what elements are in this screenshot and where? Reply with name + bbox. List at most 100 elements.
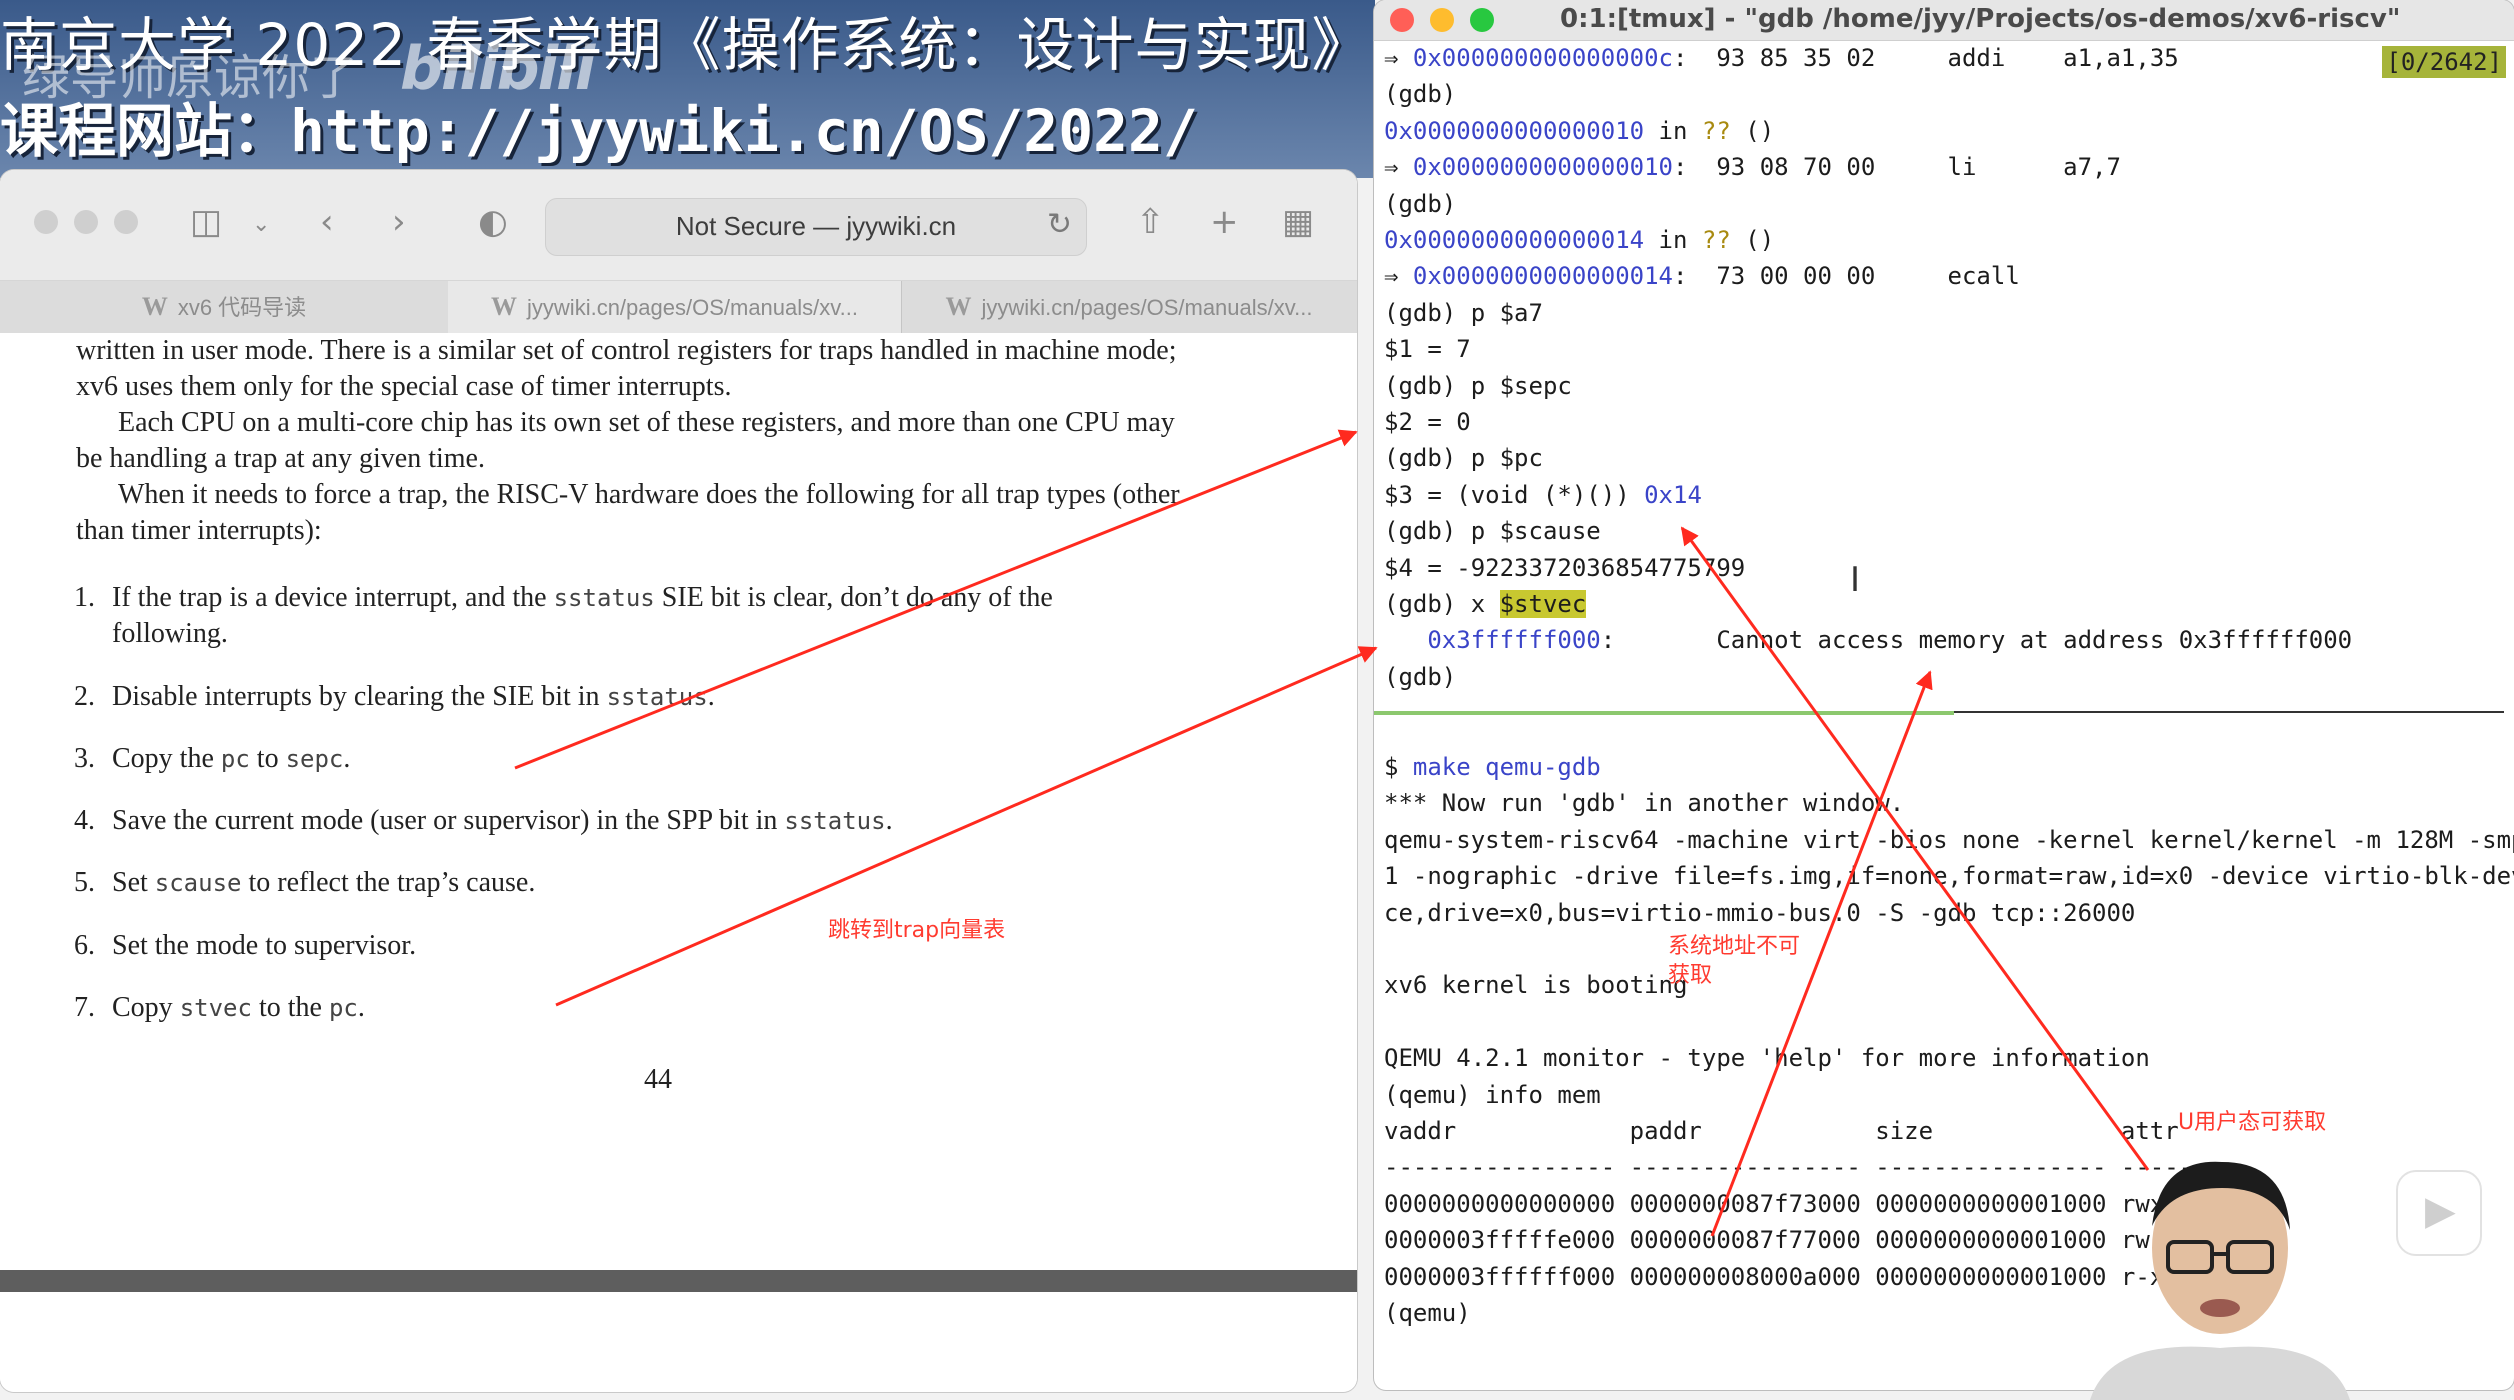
tab-label: jyywiki.cn/pages/OS/manuals/xv... xyxy=(981,295,1313,320)
tab-label: xv6 代码导读 xyxy=(177,295,307,320)
new-tab-icon[interactable]: + xyxy=(1210,202,1239,242)
current-instruction-arrow: ⇒ xyxy=(1384,44,1413,72)
terminal-text: () xyxy=(1730,226,1775,254)
chevron-down-icon[interactable]: ⌄ xyxy=(252,212,270,237)
terminal-text: 0000003fffffe000 0000000087f77000 000000… xyxy=(1384,1226,2208,1255)
share-icon[interactable]: ⇧ xyxy=(1136,202,1165,242)
terminal-text: QEMU 4.2.1 monitor - type 'help' for mor… xyxy=(1384,1044,2150,1073)
terminal-line: (qemu) info mem xyxy=(1384,1077,1601,1113)
terminal-title-bar: 0:1:[tmux] - "gdb /home/jyy/Projects/os-… xyxy=(1374,0,2514,41)
terminal-text: $1 = 7 xyxy=(1384,335,1471,364)
terminal-line: ⇒ 0x0000000000000014: 73 00 00 00 ecall xyxy=(1384,258,2020,294)
list-text: Save the current mode (user or superviso… xyxy=(112,805,785,836)
terminal-line: 0x0000000000000014 in ?? () xyxy=(1384,222,1774,258)
unknown-symbol: ?? xyxy=(1701,116,1731,145)
terminal-line: *** Now run 'gdb' in another window. xyxy=(1384,785,1904,821)
list-number: 7. xyxy=(74,992,95,1023)
window-close-button[interactable] xyxy=(1390,8,1414,32)
list-text: SIE bit is clear, don’t do any of the xyxy=(654,582,1053,613)
list-text: Disable interrupts by clearing the SIE b… xyxy=(112,681,607,712)
reload-icon[interactable]: ↻ xyxy=(1047,207,1072,242)
terminal-line: (qemu) xyxy=(1384,1295,1471,1331)
code-term: sepc xyxy=(285,745,344,773)
terminal-line: vaddr paddr size attr xyxy=(1384,1113,2179,1149)
browser-tab-bar: Wxv6 代码导读 Wjyywiki.cn/pages/OS/manuals/x… xyxy=(0,281,1357,334)
code-term: scause xyxy=(154,869,242,897)
terminal-line: qemu-system-riscv64 -machine virt -bios … xyxy=(1384,822,2514,858)
window-zoom-button[interactable] xyxy=(1470,8,1494,32)
address-bar[interactable]: Not Secure — jyywiki.cn ↻ xyxy=(545,198,1087,256)
window-zoom-button[interactable] xyxy=(114,210,138,234)
watermark-text: 绿导师原谅你了 xyxy=(22,50,359,106)
list-number: 1. xyxy=(74,582,95,613)
window-minimize-button[interactable] xyxy=(74,210,98,234)
presenter-webcam xyxy=(2090,1161,2350,1400)
memory-address: 0x000000000000000c xyxy=(1412,44,1673,72)
terminal-line: 0000003ffffff000 000000008000a000 000000… xyxy=(1384,1259,2208,1295)
terminal-line: (gdb) p $pc xyxy=(1384,440,1543,476)
list-number: 2. xyxy=(74,681,95,712)
terminal-line: ce,drive=x0,bus=virtio-mmio-bus.0 -S -gd… xyxy=(1384,895,2135,931)
memory-address: 0x0000000000000014 xyxy=(1412,262,1673,291)
annotation-system-address-line2: 获取 xyxy=(1668,963,1713,988)
list-text: to reflect the trap’s cause. xyxy=(241,867,536,898)
code-term: sstatus xyxy=(606,683,708,711)
terminal-text: (qemu) xyxy=(1384,1299,1471,1327)
code-term: pc xyxy=(328,994,358,1022)
document-page: written in user mode. There is a similar… xyxy=(0,333,1357,1268)
terminal-line: QEMU 4.2.1 monitor - type 'help' for mor… xyxy=(1384,1040,2150,1076)
terminal-line: (gdb) p $sepc xyxy=(1384,368,1572,404)
list-text: Set the mode to supervisor. xyxy=(112,930,417,961)
list-text: Copy xyxy=(112,992,180,1023)
terminal-text: (gdb) p $pc xyxy=(1384,444,1543,473)
address-bar-text: Not Secure — jyywiki.cn xyxy=(675,211,957,241)
play-button[interactable]: ▶ xyxy=(2396,1170,2482,1256)
window-close-button[interactable] xyxy=(34,210,58,234)
page-separator xyxy=(0,1270,1357,1292)
tab-manual-1[interactable]: Wjyywiki.cn/pages/OS/manuals/xv... xyxy=(448,281,902,333)
bilibili-logo: bilibili xyxy=(400,34,595,104)
terminal-line: (gdb) xyxy=(1384,659,1456,695)
terminal-text: : Cannot access memory at address 0x3fff… xyxy=(1600,626,2353,655)
list-text: . xyxy=(357,992,365,1023)
tmux-pane-divider-active[interactable] xyxy=(1374,711,1954,715)
terminal-text: xv6 kernel is booting xyxy=(1384,971,1688,1000)
forward-icon[interactable]: › xyxy=(392,202,406,242)
terminal-line: $1 = 7 xyxy=(1384,331,1471,367)
terminal-line: (gdb) x $stvec xyxy=(1384,586,1587,622)
terminal-text: $3 = (void (*)()) xyxy=(1384,480,1645,509)
list-text: . xyxy=(343,743,351,774)
tab-manual-2[interactable]: Wjyywiki.cn/pages/OS/manuals/xv... xyxy=(901,281,1357,333)
doc-paragraph: written in user mode. There is a similar… xyxy=(76,335,1177,366)
terminal-line: 1 -nographic -drive file=fs.img,if=none,… xyxy=(1384,858,2514,894)
terminal-text: (qemu) info mem xyxy=(1384,1080,1601,1109)
list-item: 3. Copy the pc to sepc. xyxy=(74,741,1252,777)
terminal-line: (gdb) p $scause xyxy=(1384,513,1601,549)
terminal-text: in xyxy=(1644,226,1702,254)
terminal-text: (gdb) x xyxy=(1384,590,1500,618)
terminal-title: 0:1:[tmux] - "gdb /home/jyy/Projects/os-… xyxy=(1560,4,2401,34)
tab-overview-icon[interactable]: ▦ xyxy=(1282,202,1314,242)
sidebar-toggle-icon[interactable]: ◫ xyxy=(190,202,222,242)
terminal-text: (gdb) xyxy=(1384,662,1457,691)
doc-paragraph: than timer interrupts): xyxy=(76,515,322,546)
list-item: 6. Set the mode to supervisor. xyxy=(74,928,1252,964)
list-item: 2. Disable interrupts by clearing the SI… xyxy=(74,679,1252,715)
tab-xv6-guide[interactable]: Wxv6 代码导读 xyxy=(0,281,449,333)
terminal-text: : 73 00 00 00 ecall xyxy=(1673,262,2020,291)
wiki-icon: W xyxy=(491,292,518,321)
privacy-shield-icon[interactable]: ◐ xyxy=(478,202,508,242)
window-minimize-button[interactable] xyxy=(1430,8,1454,32)
list-text: If the trap is a device interrupt, and t… xyxy=(112,582,554,613)
list-number: 3. xyxy=(74,743,95,774)
annotation-system-address-line1: 系统地址不可 xyxy=(1668,934,1801,959)
terminal-text: 0000003ffffff000 000000008000a000 000000… xyxy=(1384,1262,2208,1291)
terminal-line: (gdb) p $a7 xyxy=(1384,295,1543,331)
terminal-line: 0000003fffffe000 0000000087f77000 000000… xyxy=(1384,1222,2208,1258)
back-icon[interactable]: ‹ xyxy=(320,202,334,242)
annotation-jump-to-trap-table: 跳转到trap向量表 xyxy=(828,918,1006,943)
wiki-icon: W xyxy=(141,292,168,321)
doc-paragraph: be handling a trap at any given time. xyxy=(76,443,485,474)
terminal-text: vaddr paddr size attr xyxy=(1384,1117,2179,1145)
